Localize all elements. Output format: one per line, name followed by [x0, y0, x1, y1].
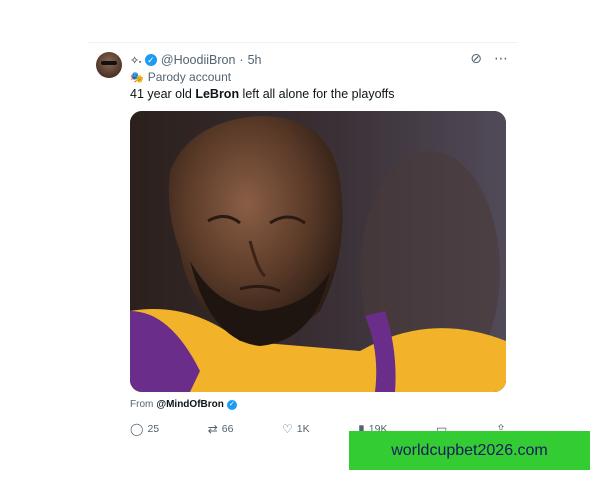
sunglasses-graphic: [101, 61, 117, 65]
display-name[interactable]: ✧˖: [130, 54, 142, 67]
tweet-header: ✧˖ ✓ @HoodiiBron · 5h: [130, 52, 262, 68]
tweet-media-image[interactable]: [130, 111, 506, 392]
tweet-text: 41 year old LeBron left all alone for th…: [130, 87, 395, 101]
repost-count: 66: [221, 423, 234, 435]
verified-badge-icon: ✓: [144, 54, 157, 66]
promo-banner[interactable]: worldcupbet2026.com: [349, 431, 590, 470]
reply-count: 25: [147, 423, 160, 435]
like-count: 1K: [296, 423, 310, 435]
parody-mask-icon: 🎭: [130, 71, 144, 84]
attribution-row: From @MindOfBron ✓: [130, 399, 237, 410]
reply-icon: ◯: [130, 422, 144, 436]
tweet-top-actions: ⊘ ⋯: [470, 50, 508, 67]
tweet-text-end: left all alone for the playoffs: [239, 87, 395, 101]
parody-label-row: 🎭 Parody account: [130, 69, 231, 85]
more-options-icon[interactable]: ⋯: [494, 50, 508, 67]
repost-button[interactable]: ⇄ 66: [208, 422, 234, 436]
photo-illustration: [130, 111, 506, 392]
separator-dot: ·: [239, 53, 244, 67]
user-handle[interactable]: @HoodiiBron: [161, 53, 236, 67]
promo-text: worldcupbet2026.com: [391, 441, 548, 459]
avatar[interactable]: [96, 52, 122, 78]
heart-icon: ♡: [282, 422, 293, 436]
grok-icon[interactable]: ⊘: [470, 50, 482, 67]
tweet-text-bold: LeBron: [195, 87, 240, 101]
from-prefix: From: [130, 399, 154, 410]
tweet-text-start: 41 year old: [130, 87, 196, 101]
parody-label: Parody account: [147, 70, 232, 84]
repost-icon: ⇄: [207, 422, 218, 436]
verified-badge-icon: ✓: [226, 399, 237, 410]
timestamp[interactable]: 5h: [248, 53, 262, 67]
reply-button[interactable]: ◯ 25: [130, 422, 159, 436]
source-handle[interactable]: @MindOfBron: [156, 399, 224, 410]
like-button[interactable]: ♡ 1K: [282, 422, 310, 436]
